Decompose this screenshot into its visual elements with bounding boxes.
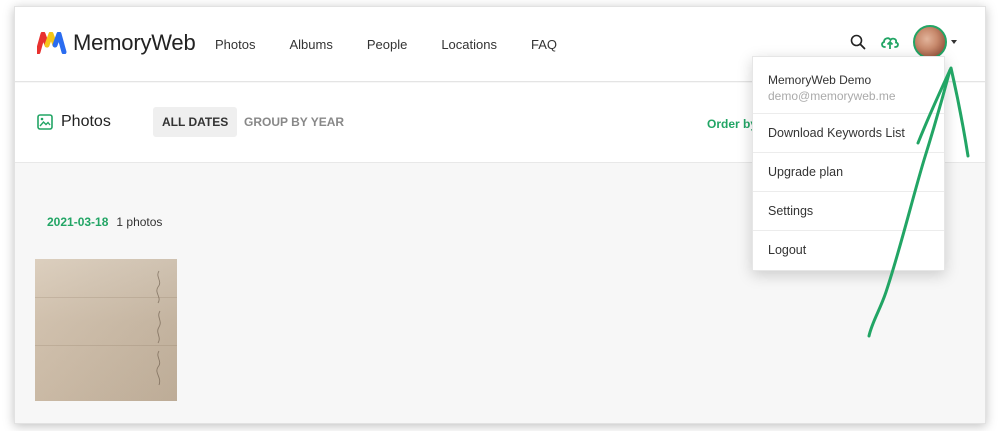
menu-item-logout[interactable]: Logout <box>753 231 944 270</box>
logo[interactable]: MemoryWeb <box>37 30 196 56</box>
page-title: Photos <box>61 113 111 130</box>
nav-actions <box>837 25 957 59</box>
nav-link-faq[interactable]: FAQ <box>531 37 557 52</box>
nav-link-photos[interactable]: Photos <box>215 37 255 52</box>
photo-count: 1 photos <box>116 215 163 229</box>
photo-thumbnail[interactable] <box>35 259 177 401</box>
page-heading: Photos <box>37 113 111 131</box>
tab-all-dates[interactable]: ALL DATES <box>153 107 238 137</box>
user-menu-dropdown: MemoryWeb Demo demo@memoryweb.me Downloa… <box>752 56 945 271</box>
cloud-upload-icon[interactable] <box>879 31 901 53</box>
tab-group-by-year[interactable]: GROUP BY YEAR <box>235 107 353 137</box>
user-avatar[interactable] <box>913 25 947 59</box>
nav-link-albums[interactable]: Albums <box>289 37 332 52</box>
nav-link-locations[interactable]: Locations <box>441 37 497 52</box>
date-label[interactable]: 2021-03-18 <box>47 215 108 229</box>
date-group-header: 2021-03-18 1 photos <box>47 215 162 229</box>
logo-text: MemoryWeb <box>73 30 196 55</box>
handwriting-marks <box>156 270 161 386</box>
memoryweb-logo-icon <box>37 32 67 54</box>
search-icon[interactable] <box>847 31 869 53</box>
menu-item-download-keywords[interactable]: Download Keywords List <box>753 114 944 153</box>
nav-link-people[interactable]: People <box>367 37 407 52</box>
main-nav: Photos Albums People Locations FAQ <box>215 37 591 52</box>
menu-item-upgrade-plan[interactable]: Upgrade plan <box>753 153 944 192</box>
image-icon <box>37 114 53 130</box>
user-menu-header: MemoryWeb Demo demo@memoryweb.me <box>753 57 944 114</box>
user-name: MemoryWeb Demo <box>768 73 872 87</box>
app-window: MemoryWeb Photos Albums People Locations… <box>14 6 986 424</box>
caret-down-icon[interactable] <box>951 40 957 44</box>
user-email: demo@memoryweb.me <box>768 89 896 103</box>
menu-item-settings[interactable]: Settings <box>753 192 944 231</box>
order-by-control[interactable]: Order by <box>707 117 757 131</box>
